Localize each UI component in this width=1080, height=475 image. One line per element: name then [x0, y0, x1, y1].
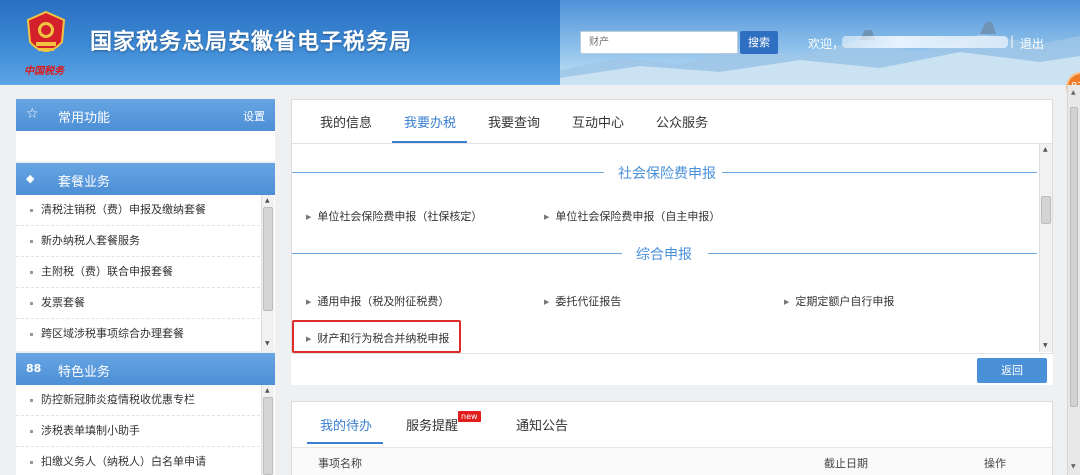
- special-item[interactable]: 扣缴义务人（纳税人）白名单申请: [16, 447, 260, 475]
- new-badge: new: [458, 411, 481, 422]
- tab-public-services[interactable]: 公众服务: [656, 112, 708, 131]
- link-label: 通用申报（税及附征税费）: [317, 295, 450, 308]
- scroll-up-arrow-icon[interactable]: ▲: [1071, 89, 1076, 96]
- package-list-scrollbar[interactable]: ▲ ▼: [261, 195, 274, 351]
- scroll-down-arrow-icon[interactable]: ▼: [1071, 463, 1076, 470]
- package-scroll-thumb[interactable]: [263, 207, 273, 311]
- page-scroll-thumb[interactable]: [1070, 107, 1078, 407]
- package-item[interactable]: 主附税（费）联合申报套餐: [16, 257, 260, 288]
- package-item[interactable]: 发票套餐: [16, 288, 260, 319]
- package-item[interactable]: 清税注销税（费）申报及缴纳套餐: [16, 195, 260, 226]
- section-header: 综合申报: [292, 244, 1037, 264]
- package-item[interactable]: 跨区域涉税事项综合办理套餐: [16, 319, 260, 350]
- package-item-label: 发票套餐: [41, 296, 85, 309]
- todo-table-header: 事项名称 截止日期 操作: [292, 447, 1052, 475]
- package-item-label: 清税注销税（费）申报及缴纳套餐: [41, 203, 206, 216]
- section-header: 社会保险费申报: [292, 163, 1037, 183]
- special-item-label: 涉税表单填制小助手: [41, 424, 140, 437]
- link-label: 委托代征报告: [555, 295, 622, 308]
- link-label: 定期定额户自行申报: [795, 295, 895, 308]
- package-business-list: 清税注销税（费）申报及缴纳套餐 新办纳税人套餐服务 主附税（费）联合申报套餐 发…: [16, 195, 275, 351]
- column-action: 操作: [984, 457, 1006, 470]
- package-item-label: 新办纳税人套餐服务: [41, 234, 140, 247]
- special-business-list: 防控新冠肺炎疫情税收优惠专栏 涉税表单填制小助手 扣缴义务人（纳税人）白名单申请…: [16, 385, 275, 475]
- package-item-label: 跨区域涉税事项综合办理套餐: [41, 327, 184, 340]
- tab-query[interactable]: 我要查询: [488, 112, 540, 131]
- special-item-label: 扣缴义务人（纳税人）白名单申请: [41, 455, 206, 468]
- common-functions-body: [16, 131, 275, 161]
- special-scroll-thumb[interactable]: [263, 397, 273, 475]
- arrow-right-icon: ▶: [784, 298, 790, 306]
- scroll-down-arrow-icon[interactable]: ▼: [1043, 342, 1048, 349]
- link-label: 单位社会保险费申报（自主申报）: [555, 210, 721, 223]
- star-icon: ☆: [26, 106, 39, 122]
- arrow-right-icon: ▶: [544, 298, 550, 306]
- tab-tax-handling[interactable]: 我要办税: [404, 112, 456, 131]
- link-fixed-quota-declaration[interactable]: ▶ 定期定额户自行申报: [784, 293, 894, 309]
- scroll-up-arrow-icon[interactable]: ▲: [265, 197, 270, 204]
- tab-my-info[interactable]: 我的信息: [320, 112, 372, 131]
- blurred-username: [842, 36, 1008, 48]
- special-business-title: 特色业务: [58, 365, 111, 380]
- link-general-declaration[interactable]: ▶ 通用申报（税及附征税费）: [306, 293, 449, 309]
- welcome-text: 欢迎，: [808, 37, 845, 51]
- page-scrollbar[interactable]: ▲ ▼: [1067, 85, 1080, 475]
- special-item[interactable]: 防控新冠肺炎疫情税收优惠专栏: [16, 385, 260, 416]
- package-item-label: 主附税（费）联合申报套餐: [41, 265, 173, 278]
- return-bar: 返回: [291, 353, 1053, 385]
- layers-icon: ◆: [26, 172, 35, 185]
- link-label: 单位社会保险费申报（社保核定）: [317, 210, 483, 223]
- package-business-header: ◆ 套餐业务: [16, 163, 275, 195]
- search-button[interactable]: 搜索: [740, 31, 778, 54]
- link-social-insurance-verified[interactable]: ▶ 单位社会保险费申报（社保核定）: [306, 208, 482, 224]
- grid-icon: 88: [26, 362, 42, 375]
- arrow-right-icon: ▶: [306, 213, 312, 221]
- link-social-insurance-self[interactable]: ▶ 单位社会保险费申报（自主申报）: [544, 208, 720, 224]
- scroll-down-arrow-icon[interactable]: ▼: [265, 340, 270, 347]
- special-business-header: 88 特色业务: [16, 353, 275, 385]
- scroll-up-arrow-icon[interactable]: ▲: [1043, 146, 1048, 153]
- header-separator: |: [1010, 34, 1015, 48]
- special-list-scrollbar[interactable]: ▲: [261, 385, 274, 475]
- return-button[interactable]: 返回: [977, 358, 1047, 383]
- common-functions-header: ☆ 常用功能 设置: [16, 99, 275, 131]
- section-title: 社会保险费申报: [618, 166, 716, 182]
- tax-emblem-icon: [24, 10, 68, 62]
- package-item[interactable]: 新办纳税人套餐服务: [16, 226, 260, 257]
- tab-announcements[interactable]: 通知公告: [516, 415, 568, 434]
- logout-link[interactable]: 退出: [1020, 35, 1044, 52]
- column-item-name: 事项名称: [318, 457, 362, 470]
- site-title: 国家税务总局安徽省电子税务局: [90, 30, 413, 55]
- emblem-caption: 中国税务: [24, 66, 64, 77]
- search-input[interactable]: [580, 31, 738, 54]
- active-tab-underline: [307, 442, 383, 444]
- tab-my-todo[interactable]: 我的待办: [320, 415, 372, 434]
- arrow-right-icon: ▶: [306, 298, 312, 306]
- tab-service-reminder[interactable]: 服务提醒: [406, 415, 458, 434]
- arrow-right-icon: ▶: [544, 213, 550, 221]
- main-tabs: 我的信息 我要办税 我要查询 互动中心 公众服务: [292, 100, 1052, 144]
- link-entrusted-collection[interactable]: ▶ 委托代征报告: [544, 293, 621, 309]
- common-functions-title: 常用功能: [58, 111, 111, 126]
- settings-link[interactable]: 设置: [243, 108, 265, 124]
- column-deadline: 截止日期: [824, 457, 868, 470]
- services-scrollbar[interactable]: ▲ ▼: [1039, 144, 1052, 352]
- scroll-up-arrow-icon[interactable]: ▲: [265, 387, 270, 394]
- highlight-annotation: [292, 320, 461, 353]
- tab-interaction[interactable]: 互动中心: [572, 112, 624, 131]
- active-tab-underline: [392, 141, 467, 143]
- section-title: 综合申报: [636, 247, 692, 263]
- package-business-title: 套餐业务: [58, 175, 111, 190]
- site-header: 中国税务 国家税务总局安徽省电子税务局 搜索 欢迎， | 退出: [0, 0, 1080, 85]
- special-item[interactable]: 涉税表单填制小助手: [16, 416, 260, 447]
- services-scroll-thumb[interactable]: [1041, 196, 1051, 224]
- special-item-label: 防控新冠肺炎疫情税收优惠专栏: [41, 393, 195, 406]
- todo-panel: 我的待办 服务提醒 new 通知公告 事项名称 截止日期 操作: [291, 401, 1053, 475]
